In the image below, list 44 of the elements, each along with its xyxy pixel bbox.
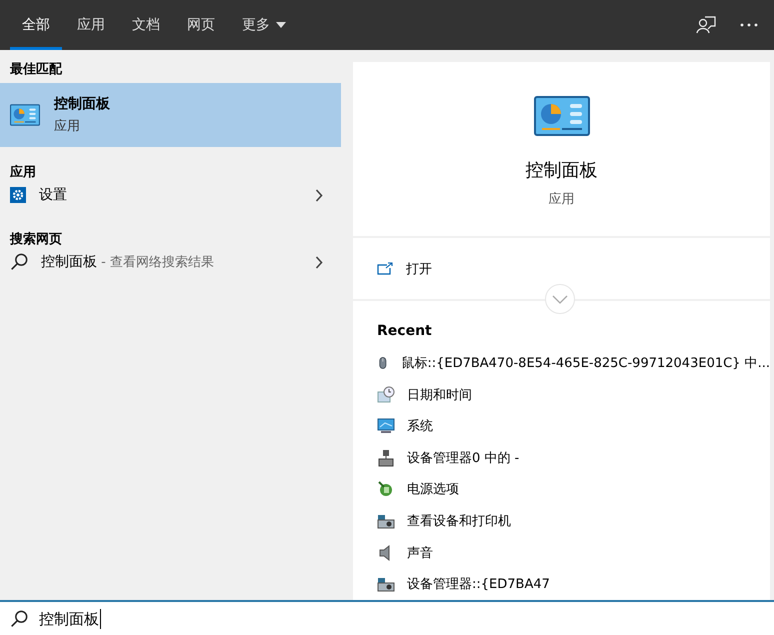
- recent-item[interactable]: 设备管理器0 中的 -: [353, 442, 770, 474]
- open-action[interactable]: 打开: [353, 238, 770, 300]
- recent-heading: Recent: [376, 322, 433, 342]
- result-title: 控制面板: [54, 95, 110, 113]
- monitor-icon: [377, 417, 395, 436]
- filter-tab[interactable]: 更多: [230, 0, 298, 50]
- section-heading: 应用: [8, 164, 37, 176]
- best-match-item[interactable]: 控制面板 应用: [0, 83, 341, 147]
- section-heading: 最佳匹配: [9, 61, 64, 73]
- filter-tab[interactable]: 文档: [120, 0, 172, 50]
- caret-icon: [276, 22, 286, 28]
- network-device-icon: [377, 448, 395, 467]
- result-label: 设置: [39, 186, 67, 204]
- more-options-icon[interactable]: [740, 23, 758, 27]
- detail-subtitle: 应用: [548, 191, 574, 208]
- recent-item[interactable]: 鼠标::{ED7BA470-8E54-465E-825C-99712043E01C} 中...: [353, 347, 770, 379]
- result-row[interactable]: 控制面板 - 查看网络搜索结果: [0, 245, 341, 279]
- chevron-right-icon[interactable]: [315, 256, 323, 268]
- result-row[interactable]: 设置: [0, 178, 341, 212]
- search-icon: [10, 610, 28, 628]
- control-panel-icon: [534, 96, 590, 136]
- battery-plug-icon: [377, 480, 395, 498]
- chevron-down-icon: [552, 294, 568, 304]
- chevron-right-icon[interactable]: [315, 188, 323, 202]
- open-icon: [377, 262, 393, 276]
- filter-tab[interactable]: 应用: [65, 0, 117, 50]
- recent-item[interactable]: 日期和时间: [353, 378, 770, 410]
- section-heading: 搜索网页: [8, 230, 63, 243]
- recent-item[interactable]: 系统: [353, 410, 770, 442]
- detail-title: 控制面板: [526, 159, 598, 182]
- search-field[interactable]: 控制面板: [39, 608, 101, 628]
- recent-item[interactable]: 查看设备和打印机: [353, 505, 770, 537]
- control-panel-icon: [10, 104, 40, 126]
- result-type: 应用: [54, 118, 81, 135]
- recent-item[interactable]: 声音: [353, 536, 770, 568]
- calendar-clock-icon: [377, 386, 395, 404]
- recent-item[interactable]: 电源选项: [353, 474, 770, 506]
- search-icon: [10, 253, 28, 271]
- feedback-icon[interactable]: [696, 16, 716, 34]
- filter-tab[interactable]: 网页: [175, 0, 227, 50]
- gear-icon: [10, 187, 26, 203]
- printer-icon: [377, 575, 395, 594]
- result-label: 控制面板 - 查看网络搜索结果: [41, 253, 214, 271]
- recent-item[interactable]: 设备管理器::{ED7BA47: [353, 568, 770, 600]
